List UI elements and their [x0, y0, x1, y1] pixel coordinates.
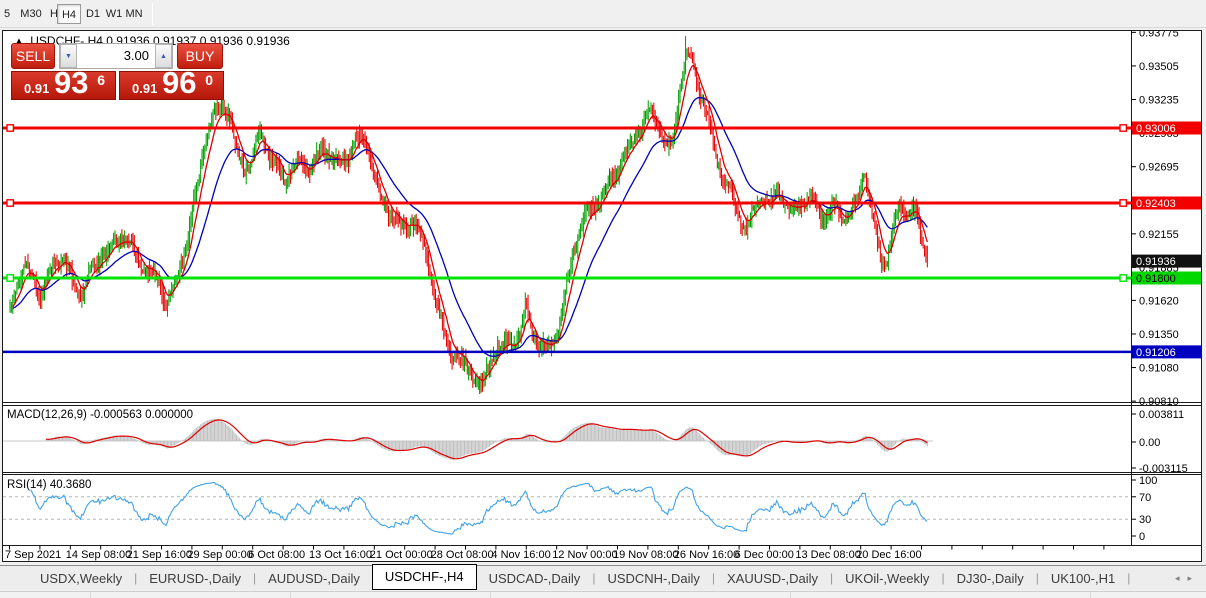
level-price-badge[interactable]: 0.92403 — [1132, 197, 1201, 211]
timeframe-toolbar: 5M30H1H4D1W1MN — [0, 0, 1206, 28]
tab-uk100-h1[interactable]: UK100-,H1 — [1039, 568, 1127, 589]
level-price-badge[interactable]: 0.91206 — [1132, 345, 1201, 359]
rsi-scale-label: 70 — [1139, 492, 1151, 504]
chevron-up-icon: ▲ — [160, 53, 167, 60]
x-tick-label: 26 Nov 16:00 — [674, 549, 739, 561]
tab-usdx-weekly[interactable]: USDX,Weekly — [28, 568, 134, 589]
line-handle[interactable] — [1120, 125, 1126, 131]
line-handle[interactable] — [1120, 275, 1126, 281]
line-handle[interactable] — [7, 275, 13, 281]
sell-button[interactable]: SELL — [11, 43, 55, 69]
chevron-down-icon: ▼ — [65, 53, 72, 60]
pane-frame — [3, 31, 1201, 546]
y-tick-label: 0.90810 — [1139, 396, 1179, 408]
hlines-layer — [3, 125, 1131, 352]
tab-ukoil-weekly[interactable]: UKOil-,Weekly — [833, 568, 941, 589]
x-tick-label: 28 Oct 08:00 — [431, 549, 494, 561]
y-tick-label: 0.91350 — [1139, 329, 1179, 341]
symbol-tab-bar: USDX,Weekly|EURUSD-,Daily|AUDUSD-,DailyU… — [0, 565, 1206, 590]
y-tick-label: 0.91080 — [1139, 363, 1179, 375]
y-tick-label: 0.92695 — [1139, 162, 1179, 174]
macd-pane — [3, 419, 933, 460]
tab-separator: | — [1127, 571, 1130, 585]
timeframe-button-h4[interactable]: H4 — [57, 4, 81, 24]
y-tick-label: 0.91620 — [1139, 295, 1179, 307]
x-tick-label: 6 Oct 08:00 — [248, 549, 305, 561]
y-tick-label: 0.93235 — [1139, 95, 1179, 107]
y-tick-label: 0.93505 — [1139, 61, 1179, 73]
x-tick-label: 12 Nov 00:00 — [552, 549, 617, 561]
rsi-scale-label: 0 — [1139, 531, 1145, 543]
bottom-panel-edge — [0, 591, 1206, 597]
toolbar-separator — [152, 3, 153, 25]
tabs-scroll-left-icon[interactable]: ◂ — [1175, 573, 1188, 583]
tab-xauusd-daily[interactable]: XAUUSD-,Daily — [715, 568, 830, 589]
bid-price-badge-label: 0.91936 — [1136, 256, 1176, 268]
volume-input[interactable]: 3.00 — [77, 44, 155, 68]
x-tick-label: 29 Sep 00:00 — [187, 549, 252, 561]
x-tick-label: 13 Dec 08:00 — [795, 549, 860, 561]
x-tick-label: 20 Dec 16:00 — [856, 549, 921, 561]
macd-scale-label: 0.003811 — [1139, 409, 1184, 421]
y-axis: 0.937750.935050.932350.929650.926950.924… — [1131, 31, 1188, 543]
rsi-line — [31, 483, 928, 535]
tab-usdcnh-daily[interactable]: USDCNH-,Daily — [595, 568, 711, 589]
level-price-badge-label: 0.91800 — [1136, 273, 1176, 285]
level-price-badge-label: 0.91206 — [1136, 347, 1176, 359]
timeframe-button-d1[interactable]: D1 — [82, 4, 104, 24]
line-handle[interactable] — [7, 125, 13, 131]
x-tick-label: 7 Sep 2021 — [5, 549, 61, 561]
bid-price-badge[interactable]: 0.91936 — [1132, 255, 1201, 269]
tab-eurusd-daily[interactable]: EURUSD-,Daily — [137, 568, 253, 589]
rsi-pane — [3, 483, 1131, 535]
x-tick-label: 19 Nov 08:00 — [613, 549, 678, 561]
buy-price-display[interactable]: 0.91 96 0 — [119, 71, 224, 100]
y-tick-label: 0.93775 — [1139, 31, 1179, 39]
x-tick-label: 14 Sep 08:00 — [66, 549, 131, 561]
sell-price-big-digits: 93 — [54, 65, 88, 101]
timeframe-button-5[interactable]: 5 — [2, 4, 12, 24]
x-tick-label: 21 Oct 00:00 — [370, 549, 433, 561]
macd-scale-label: 0.00 — [1139, 437, 1160, 449]
level-price-badge-label: 0.92403 — [1136, 198, 1176, 210]
x-tick-label: 4 Nov 16:00 — [491, 549, 550, 561]
tabs-scroll-right-icon[interactable]: ▸ — [1187, 573, 1200, 583]
x-axis: 7 Sep 2021 14 Sep 08:0021 Sep 16:0029 Sep… — [5, 546, 1104, 562]
rsi-label: RSI(14) 40.3680 — [7, 479, 91, 491]
buy-price-big-digits: 96 — [162, 65, 196, 101]
y-tick-label: 0.92155 — [1139, 229, 1179, 241]
tab-usdcad-daily[interactable]: USDCAD-,Daily — [477, 568, 593, 589]
line-handle[interactable] — [7, 200, 13, 206]
price-chart: 0.937750.935050.932350.929650.926950.924… — [3, 31, 1201, 561]
x-tick-label: 21 Sep 16:00 — [127, 549, 192, 561]
macd-label: MACD(12,26,9) -0.000563 0.000000 — [7, 409, 193, 421]
one-click-trading-panel: SELL ▼ 3.00 ▲ BUY 0.91 93 6 0.91 96 0 — [11, 43, 227, 100]
chart-window: 0.937750.935050.932350.929650.926950.924… — [2, 30, 1202, 562]
sell-price-display[interactable]: 0.91 93 6 — [11, 71, 116, 100]
rsi-scale-label: 100 — [1139, 475, 1157, 487]
line-handle[interactable] — [1120, 200, 1126, 206]
buy-price-prefix: 0.91 — [132, 81, 157, 96]
level-price-badge-label: 0.93006 — [1136, 123, 1176, 135]
level-price-badge[interactable]: 0.91800 — [1132, 272, 1201, 286]
timeframe-button-m30[interactable]: M30 — [16, 4, 46, 24]
rsi-scale-label: 30 — [1139, 514, 1151, 526]
timeframe-button-mn[interactable]: MN — [122, 4, 146, 24]
tab-audusd-daily[interactable]: AUDUSD-,Daily — [256, 568, 372, 589]
level-price-badge[interactable]: 0.93006 — [1132, 122, 1201, 136]
sell-price-prefix: 0.91 — [24, 81, 49, 96]
macd-signal-line — [46, 420, 927, 459]
x-tick-label: 6 Dec 00:00 — [735, 549, 794, 561]
ma-fast-line — [13, 66, 928, 381]
buy-price-pip: 0 — [205, 72, 213, 88]
tab-usdchf-h4[interactable]: USDCHF-,H4 — [372, 564, 477, 590]
ma-slow-line — [13, 98, 928, 357]
macd-scale-label: -0.003115 — [1139, 463, 1188, 475]
sell-price-pip: 6 — [97, 72, 105, 88]
x-tick-label: 13 Oct 16:00 — [309, 549, 372, 561]
tab-dj30-daily[interactable]: DJ30-,Daily — [945, 568, 1036, 589]
